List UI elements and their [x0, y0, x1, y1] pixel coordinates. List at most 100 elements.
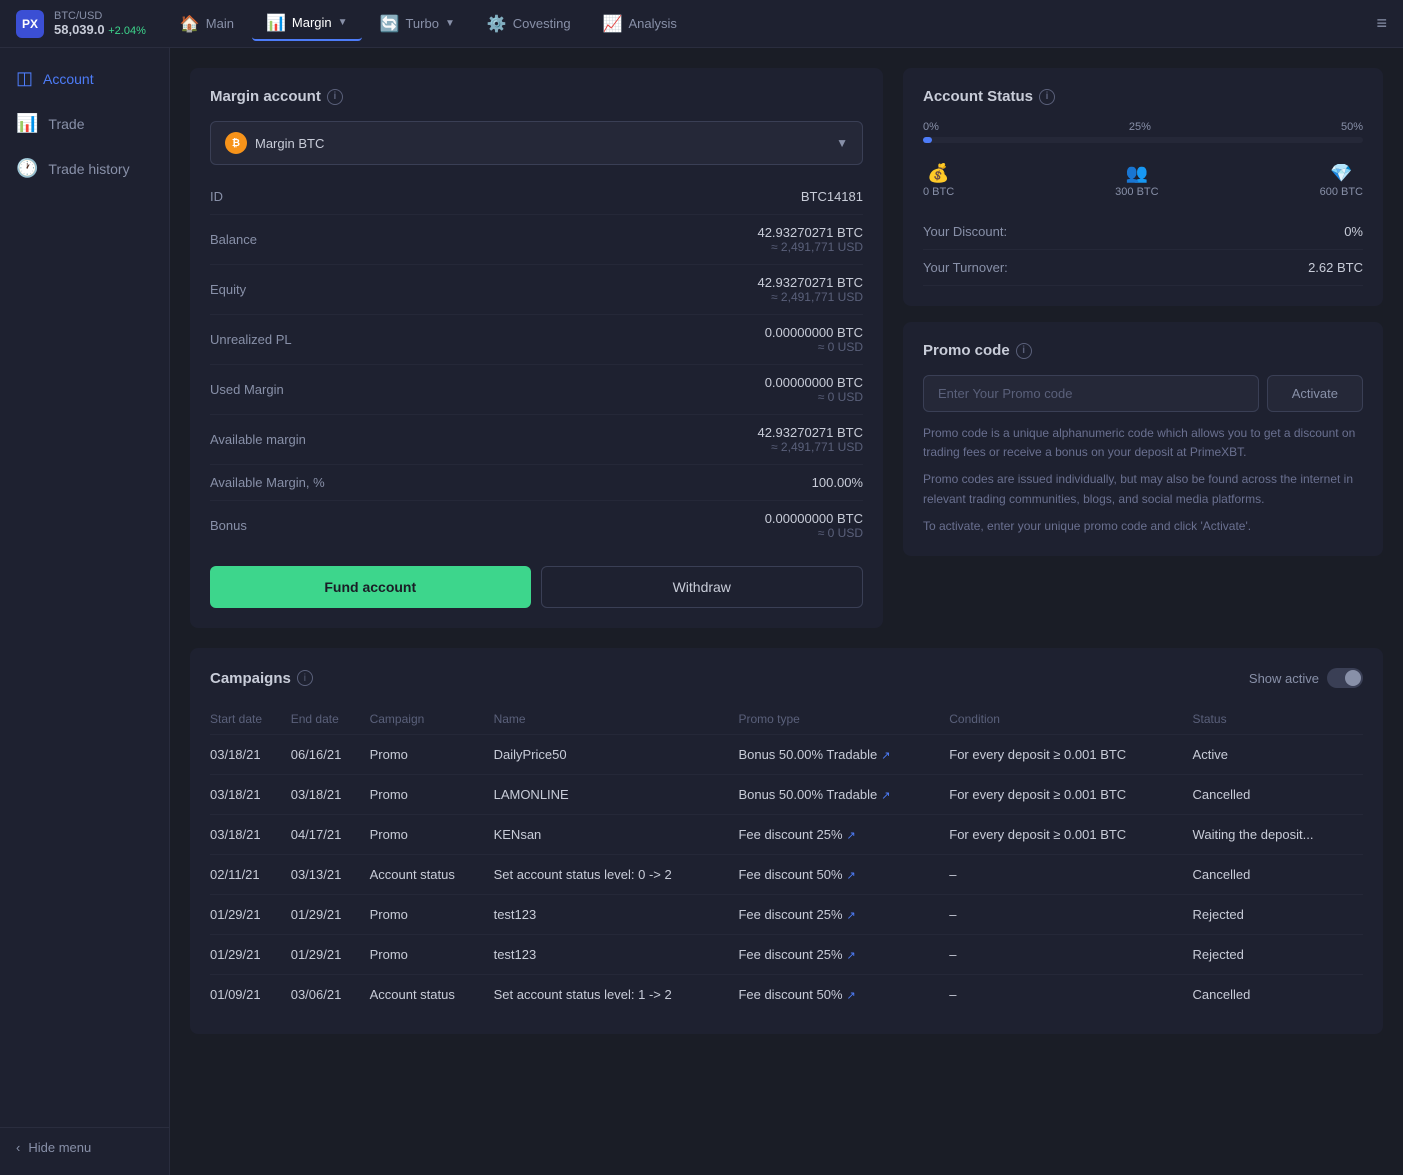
- promo-code-input[interactable]: [923, 375, 1259, 412]
- table-row: 01/29/21 01/29/21 Promo test123 Fee disc…: [210, 895, 1363, 935]
- table-row: 03/18/21 03/18/21 Promo LAMONLINE Bonus …: [210, 775, 1363, 815]
- show-active-label: Show active: [1249, 671, 1319, 686]
- cell-status: Rejected: [1193, 895, 1363, 935]
- row-secondary-value: ≈ 2,491,771 USD: [757, 440, 863, 454]
- cell-end-date: 01/29/21: [291, 895, 370, 935]
- sidebar: ◫ Account📊 Trade🕐 Trade history ‹ Hide m…: [0, 48, 170, 1175]
- table-header-promo-type: Promo type: [738, 704, 949, 735]
- activate-button[interactable]: Activate: [1267, 375, 1363, 412]
- promo-description: Promo code is a unique alphanumeric code…: [923, 424, 1363, 536]
- cell-name: Set account status level: 0 -> 2: [494, 855, 739, 895]
- row-value: 0.00000000 BTC ≈ 0 USD: [765, 375, 863, 404]
- nav-item-margin[interactable]: 📊 Margin ▼: [252, 7, 362, 41]
- cell-start-date: 02/11/21: [210, 855, 291, 895]
- nav-item-main[interactable]: 🏠 Main: [166, 8, 248, 40]
- campaigns-section: Campaigns i Show active Start dateEnd da…: [190, 648, 1383, 1034]
- row-value: BTC14181: [801, 189, 863, 204]
- cell-name: test123: [494, 895, 739, 935]
- withdraw-button[interactable]: Withdraw: [541, 566, 864, 608]
- marker-300btc: 👥 300 BTC: [1115, 163, 1158, 198]
- nav-arrow-icon: ▼: [338, 17, 348, 28]
- cell-name: KENsan: [494, 815, 739, 855]
- status-bar-labels: 0% 25% 50%: [923, 121, 1363, 133]
- logo[interactable]: PX BTC/USD 58,039.0 +2.04%: [16, 10, 146, 38]
- nav-item-covesting[interactable]: ⚙️ Covesting: [473, 8, 585, 40]
- account-dropdown[interactable]: ₿ Margin BTC ▼: [210, 121, 863, 165]
- cell-condition: –: [949, 975, 1192, 1015]
- external-link-icon[interactable]: ↗: [847, 909, 856, 922]
- row-primary-value: BTC14181: [801, 189, 863, 204]
- nav-arrow-icon: ▼: [445, 18, 455, 29]
- promo-code-card: Promo code i Activate Promo code is a un…: [903, 322, 1383, 556]
- nav-item-turbo[interactable]: 🔄 Turbo ▼: [366, 8, 469, 40]
- cell-name: DailyPrice50: [494, 735, 739, 775]
- account-row: Bonus 0.00000000 BTC ≈ 0 USD: [210, 501, 863, 550]
- account-status-info-icon[interactable]: i: [1039, 89, 1055, 105]
- sidebar-label: Account: [43, 71, 94, 87]
- external-link-icon[interactable]: ↗: [881, 749, 890, 762]
- nav-item-analysis[interactable]: 📈 Analysis: [589, 8, 691, 40]
- cell-condition: –: [949, 895, 1192, 935]
- cell-end-date: 03/13/21: [291, 855, 370, 895]
- external-link-icon[interactable]: ↗: [847, 949, 856, 962]
- margin-account-info-icon[interactable]: i: [327, 89, 343, 105]
- row-value: 0.00000000 BTC ≈ 0 USD: [765, 511, 863, 540]
- row-primary-value: 100.00%: [812, 475, 863, 490]
- hide-menu-button[interactable]: ‹ Hide menu: [0, 1127, 169, 1167]
- nav-icon-main: 🏠: [180, 14, 200, 34]
- margin-account-title: Margin account i: [210, 88, 863, 105]
- progress-bar: [923, 137, 1363, 143]
- account-row: Equity 42.93270271 BTC ≈ 2,491,771 USD: [210, 265, 863, 315]
- row-label: Unrealized PL: [210, 332, 292, 347]
- table-row: 01/29/21 01/29/21 Promo test123 Fee disc…: [210, 935, 1363, 975]
- row-label: Equity: [210, 282, 246, 297]
- row-label: Bonus: [210, 518, 247, 533]
- external-link-icon[interactable]: ↗: [881, 789, 890, 802]
- cell-condition: For every deposit ≥ 0.001 BTC: [949, 815, 1192, 855]
- external-link-icon[interactable]: ↗: [847, 989, 856, 1002]
- sidebar-item-account[interactable]: ◫ Account: [0, 56, 169, 101]
- cell-start-date: 01/29/21: [210, 895, 291, 935]
- campaigns-info-icon[interactable]: i: [297, 670, 313, 686]
- sidebar-item-trade-history[interactable]: 🕐 Trade history: [0, 146, 169, 191]
- table-header-start-date: Start date: [210, 704, 291, 735]
- nav-icon-covesting: ⚙️: [487, 14, 507, 34]
- promo-code-title: Promo code i: [923, 342, 1363, 359]
- cell-promo-type: Fee discount 50%↗: [738, 975, 949, 1015]
- campaigns-header: Campaigns i Show active: [210, 668, 1363, 688]
- external-link-icon[interactable]: ↗: [847, 869, 856, 882]
- chevron-left-icon: ‹: [16, 1140, 20, 1155]
- cell-start-date: 03/18/21: [210, 775, 291, 815]
- fund-account-button[interactable]: Fund account: [210, 566, 531, 608]
- account-status-card: Account Status i 0% 25% 50% 💰 0: [903, 68, 1383, 306]
- cell-status: Cancelled: [1193, 775, 1363, 815]
- row-primary-value: 42.93270271 BTC: [757, 225, 863, 240]
- promo-code-info-icon[interactable]: i: [1016, 343, 1032, 359]
- hamburger-menu-icon[interactable]: ≡: [1376, 13, 1387, 34]
- external-link-icon[interactable]: ↗: [847, 829, 856, 842]
- turnover-label: Your Turnover:: [923, 260, 1008, 275]
- top-navigation: PX BTC/USD 58,039.0 +2.04% 🏠 Main 📊 Marg…: [0, 0, 1403, 48]
- table-header-campaign: Campaign: [370, 704, 494, 735]
- ticker-price: 58,039.0: [54, 22, 105, 37]
- cell-campaign: Promo: [370, 895, 494, 935]
- row-label: ID: [210, 189, 223, 204]
- hide-menu-label: Hide menu: [28, 1140, 91, 1155]
- turnover-value: 2.62 BTC: [1308, 260, 1363, 275]
- cell-condition: For every deposit ≥ 0.001 BTC: [949, 735, 1192, 775]
- toggle-thumb: [1345, 670, 1361, 686]
- table-header-end-date: End date: [291, 704, 370, 735]
- cell-campaign: Promo: [370, 735, 494, 775]
- marker-0btc: 💰 0 BTC: [923, 163, 954, 198]
- logo-icon: PX: [16, 10, 44, 38]
- cell-condition: –: [949, 935, 1192, 975]
- marker-600btc: 💎 600 BTC: [1320, 163, 1363, 198]
- ticker-pair: BTC/USD: [54, 10, 146, 22]
- account-row: ID BTC14181: [210, 179, 863, 215]
- show-active-row: Show active: [1249, 668, 1363, 688]
- ticker-change: +2.04%: [108, 25, 146, 37]
- cell-condition: –: [949, 855, 1192, 895]
- show-active-toggle[interactable]: [1327, 668, 1363, 688]
- margin-account-card: Margin account i ₿ Margin BTC ▼ ID BTC14…: [190, 68, 883, 628]
- sidebar-item-trade[interactable]: 📊 Trade: [0, 101, 169, 146]
